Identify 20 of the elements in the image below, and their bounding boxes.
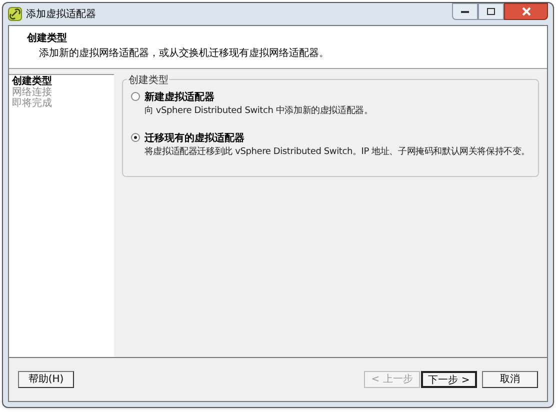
help-button[interactable]: 帮助(H): [18, 371, 74, 388]
close-icon: [522, 7, 530, 16]
option-label: 迁移现有的虚拟适配器: [144, 131, 244, 146]
dialog-button[interactable]: 下一步 >: [421, 371, 477, 388]
step-item: 创建类型: [12, 76, 52, 87]
maximize-button[interactable]: [478, 3, 504, 20]
window-title: 添加虚拟适配器: [26, 8, 96, 22]
close-button[interactable]: [504, 3, 548, 20]
step-item: 即将完成: [12, 98, 52, 109]
option-label: 新建虚拟适配器: [144, 90, 214, 105]
option-description: 向 vSphere Distributed Switch 中添加新的虚拟适配器。: [144, 105, 373, 118]
minimize-button[interactable]: [452, 3, 478, 20]
page-description: 添加新的虚拟网络适配器，或从交换机迁移现有虚拟网络适配器。: [38, 46, 330, 61]
page-title: 创建类型: [27, 32, 68, 46]
dialog-button[interactable]: 取消: [482, 371, 538, 388]
option-description: 将虚拟适配器迁移到此 vSphere Distributed Switch。IP 地址、子网掩码和默认网关将保持不变。: [144, 146, 530, 158]
link-icon: [8, 7, 22, 21]
step-item: 网络连接: [12, 87, 52, 98]
radio-button[interactable]: [131, 92, 140, 101]
radio-button[interactable]: [131, 132, 140, 142]
